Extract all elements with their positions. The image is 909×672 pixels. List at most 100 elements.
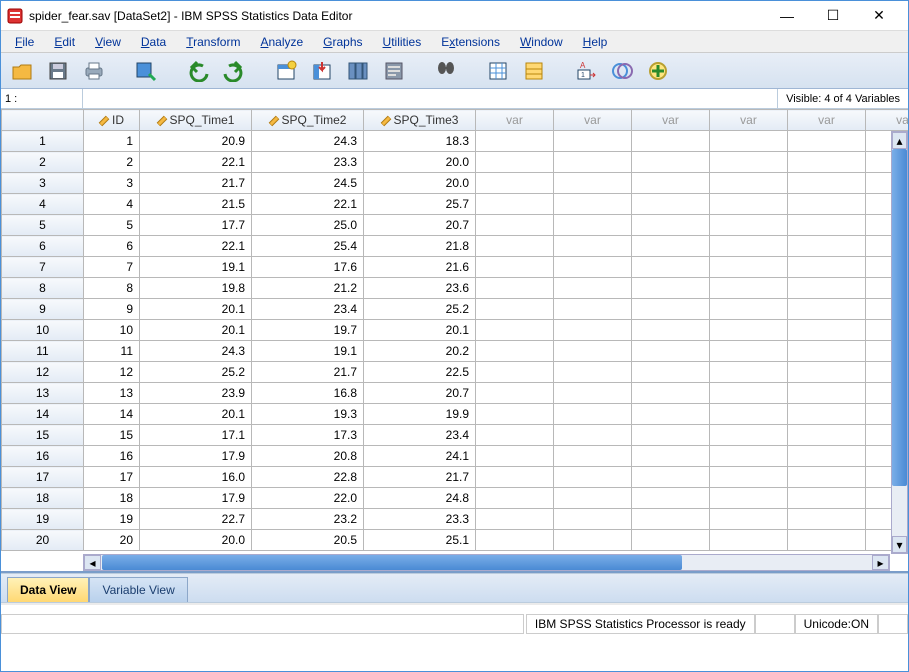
vertical-scrollbar[interactable]: ▴ ▾ [891, 131, 908, 554]
cell[interactable]: 13 [84, 383, 140, 404]
corner-cell[interactable] [2, 110, 84, 131]
cell[interactable]: 22.1 [140, 152, 252, 173]
cell[interactable] [788, 152, 866, 173]
cell[interactable] [476, 488, 554, 509]
cell[interactable] [632, 152, 710, 173]
row-header[interactable]: 9 [2, 299, 84, 320]
cell[interactable]: 20.5 [252, 530, 364, 551]
cell[interactable]: 23.3 [252, 152, 364, 173]
cell[interactable]: 15 [84, 425, 140, 446]
cell[interactable] [788, 173, 866, 194]
maximize-button[interactable]: ☐ [810, 2, 856, 30]
column-header-t2[interactable]: SPQ_Time2 [252, 110, 364, 131]
cell[interactable]: 19 [84, 509, 140, 530]
cell[interactable] [788, 362, 866, 383]
cell[interactable] [554, 299, 632, 320]
cell[interactable]: 17 [84, 467, 140, 488]
row-header[interactable]: 17 [2, 467, 84, 488]
scroll-up-icon[interactable]: ▴ [892, 132, 907, 149]
column-header-empty[interactable]: var [788, 110, 866, 131]
cell[interactable]: 20.2 [364, 341, 476, 362]
close-button[interactable]: ✕ [856, 2, 902, 30]
cell[interactable]: 19.3 [252, 404, 364, 425]
cell[interactable]: 10 [84, 320, 140, 341]
row-header[interactable]: 6 [2, 236, 84, 257]
cell[interactable]: 11 [84, 341, 140, 362]
row-header[interactable]: 16 [2, 446, 84, 467]
column-header-id[interactable]: ID [84, 110, 140, 131]
cell[interactable]: 21.7 [364, 467, 476, 488]
cell[interactable]: 12 [84, 362, 140, 383]
cell[interactable]: 23.4 [364, 425, 476, 446]
cell[interactable] [554, 236, 632, 257]
cell[interactable] [632, 173, 710, 194]
column-header-empty[interactable]: var [632, 110, 710, 131]
menu-file[interactable]: File [5, 33, 44, 51]
scroll-down-icon[interactable]: ▾ [892, 536, 907, 553]
cell[interactable]: 20.7 [364, 215, 476, 236]
goto-variable-icon[interactable] [307, 56, 337, 86]
cell[interactable]: 25.4 [252, 236, 364, 257]
cell[interactable]: 7 [84, 257, 140, 278]
cell[interactable]: 21.7 [140, 173, 252, 194]
cell[interactable]: 20.8 [252, 446, 364, 467]
row-header[interactable]: 11 [2, 341, 84, 362]
cell[interactable]: 23.4 [252, 299, 364, 320]
cell[interactable]: 8 [84, 278, 140, 299]
cell[interactable] [788, 299, 866, 320]
cell[interactable]: 20.0 [140, 530, 252, 551]
cell[interactable] [788, 446, 866, 467]
cell[interactable] [632, 131, 710, 152]
cell[interactable] [476, 404, 554, 425]
cell[interactable] [788, 278, 866, 299]
cell[interactable]: 6 [84, 236, 140, 257]
cell[interactable] [788, 194, 866, 215]
cell[interactable] [632, 530, 710, 551]
column-header-empty[interactable]: var [866, 110, 909, 131]
cell[interactable]: 19.1 [140, 257, 252, 278]
row-header[interactable]: 13 [2, 383, 84, 404]
menu-transform[interactable]: Transform [176, 33, 250, 51]
cell[interactable] [710, 278, 788, 299]
cell[interactable] [710, 362, 788, 383]
cell[interactable] [632, 278, 710, 299]
cell[interactable]: 25.1 [364, 530, 476, 551]
cell[interactable]: 24.3 [252, 131, 364, 152]
cell[interactable] [788, 425, 866, 446]
cell[interactable]: 20.1 [140, 404, 252, 425]
cell[interactable]: 18 [84, 488, 140, 509]
cell[interactable]: 17.9 [140, 446, 252, 467]
cell[interactable]: 19.9 [364, 404, 476, 425]
cell[interactable] [554, 383, 632, 404]
column-header-empty[interactable]: var [710, 110, 788, 131]
cell[interactable] [710, 194, 788, 215]
cell[interactable]: 22.8 [252, 467, 364, 488]
cell[interactable] [710, 299, 788, 320]
cell[interactable]: 21.2 [252, 278, 364, 299]
cell[interactable]: 1 [84, 131, 140, 152]
cell[interactable]: 14 [84, 404, 140, 425]
menu-utilities[interactable]: Utilities [373, 33, 432, 51]
cell[interactable] [632, 467, 710, 488]
undo-icon[interactable] [183, 56, 213, 86]
cell[interactable]: 25.2 [140, 362, 252, 383]
cell[interactable]: 25.2 [364, 299, 476, 320]
cell[interactable] [710, 257, 788, 278]
cell[interactable] [554, 362, 632, 383]
cell[interactable] [710, 467, 788, 488]
cell[interactable] [632, 215, 710, 236]
row-header[interactable]: 7 [2, 257, 84, 278]
cell[interactable] [554, 257, 632, 278]
cell[interactable] [476, 215, 554, 236]
cell[interactable] [476, 320, 554, 341]
cell[interactable] [632, 404, 710, 425]
scroll-left-icon[interactable]: ◂ [84, 555, 101, 570]
cell[interactable]: 20.1 [140, 320, 252, 341]
menu-help[interactable]: Help [573, 33, 618, 51]
cell[interactable] [788, 257, 866, 278]
cell[interactable] [476, 467, 554, 488]
cell[interactable]: 2 [84, 152, 140, 173]
row-header[interactable]: 12 [2, 362, 84, 383]
cell[interactable] [632, 320, 710, 341]
row-header[interactable]: 4 [2, 194, 84, 215]
